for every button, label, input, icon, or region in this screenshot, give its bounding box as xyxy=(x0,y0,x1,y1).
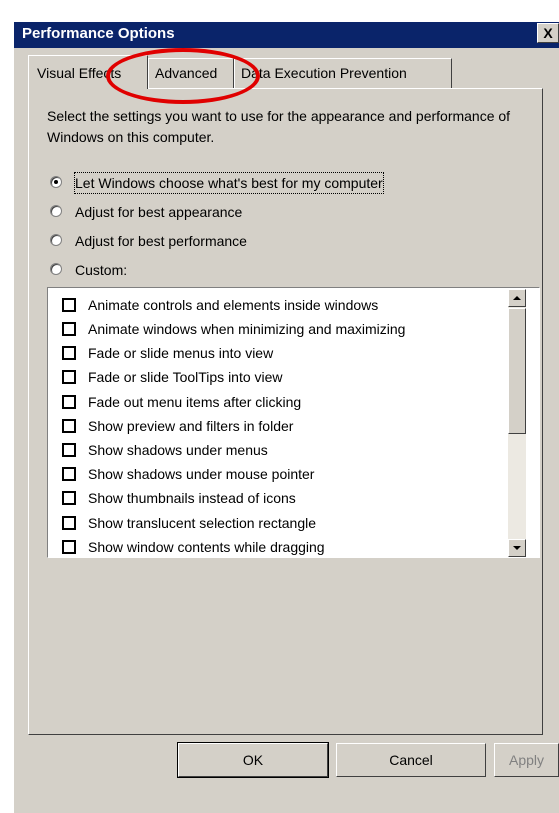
apply-button[interactable]: Apply xyxy=(494,743,559,777)
close-button[interactable]: X xyxy=(537,23,559,43)
tab-panel xyxy=(28,88,543,735)
ok-button[interactable]: OK xyxy=(177,742,329,778)
window-title: Performance Options xyxy=(22,25,175,42)
red-highlight-circle xyxy=(106,48,260,104)
cancel-button[interactable]: Cancel xyxy=(336,743,486,777)
tab-data-execution-prevention[interactable]: Data Execution Prevention xyxy=(234,58,452,88)
